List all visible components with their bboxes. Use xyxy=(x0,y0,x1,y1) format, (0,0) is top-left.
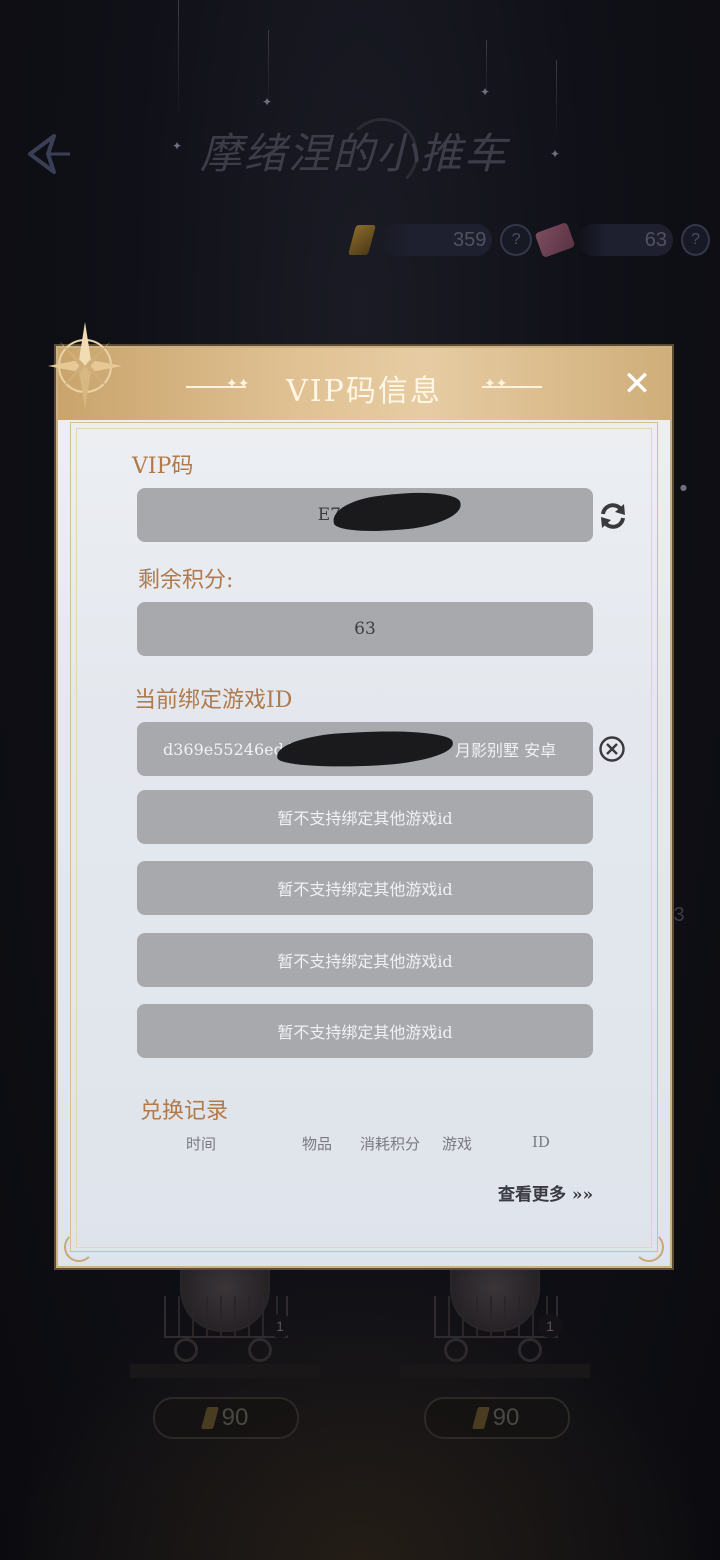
quantity-badge: 1 xyxy=(538,1314,562,1338)
price-value: 90 xyxy=(221,1404,249,1431)
cart-wheel-icon xyxy=(174,1338,198,1362)
sparkle-icon: ✦✦ xyxy=(484,376,508,392)
redaction-mark xyxy=(276,727,454,771)
star-icon: ● xyxy=(680,483,687,492)
bound-id-field: d369e55246ed4 月影别墅 安卓 xyxy=(137,722,593,776)
remaining-points-field: 63 xyxy=(137,602,593,656)
history-column-id: ID xyxy=(532,1133,550,1151)
unsupported-slot: 暂不支持绑定其他游戏id xyxy=(137,933,593,987)
buy-price-button[interactable]: 90 xyxy=(153,1397,299,1439)
unsupported-slot: 暂不支持绑定其他游戏id xyxy=(137,1004,593,1058)
page-title: 摩绪涅的小推车 xyxy=(200,129,509,178)
history-label: 兑换记录 xyxy=(140,1099,229,1124)
gold-gem-icon xyxy=(347,225,376,255)
back-arrow-icon[interactable] xyxy=(24,132,74,176)
star-icon: ✦ xyxy=(262,95,273,109)
cart-wheel-icon xyxy=(518,1338,542,1362)
help-icon[interactable]: ? xyxy=(681,224,710,256)
cart-pedestal xyxy=(400,1364,590,1378)
star-icon: ✦ xyxy=(550,147,561,161)
gold-gem-icon xyxy=(471,1407,490,1429)
header-divider xyxy=(482,386,542,388)
remaining-points-label: 剩余积分: xyxy=(138,568,234,593)
vip-code-dialog: ✦✦ VIP码信息 ✦✦ ✕ VIP码 E7L 剩余积分: 63 当前绑定游戏I… xyxy=(56,346,672,1268)
pink-ticket-icon xyxy=(534,221,576,259)
cart-pedestal xyxy=(130,1364,320,1378)
view-more-link[interactable]: 查看更多 »» xyxy=(498,1180,593,1205)
ticket-currency: 63 ? xyxy=(534,221,710,259)
compass-star-icon xyxy=(48,322,122,408)
gold-amount: 359 xyxy=(377,224,493,256)
cart-wheel-icon xyxy=(248,1338,272,1362)
gold-currency: 359 ? xyxy=(347,222,532,258)
history-column-item: 物品 xyxy=(302,1135,333,1153)
ticket-amount: 63 xyxy=(577,224,674,256)
unsupported-slot: 暂不支持绑定其他游戏id xyxy=(137,790,593,844)
star-icon: ✦ xyxy=(172,139,183,153)
price-value: 90 xyxy=(492,1404,520,1431)
dialog-header: ✦✦ VIP码信息 ✦✦ ✕ xyxy=(58,348,670,420)
redaction-mark xyxy=(331,487,463,537)
cart-wheel-icon xyxy=(444,1338,468,1362)
help-icon[interactable]: ? xyxy=(500,224,532,256)
unbind-close-icon[interactable] xyxy=(598,735,626,763)
hanging-star-line xyxy=(178,0,179,120)
vip-code-label: VIP码 xyxy=(132,454,194,479)
shop-item-cart[interactable]: 1 xyxy=(400,1268,590,1378)
dialog-title: VIP码信息 xyxy=(286,374,442,409)
unsupported-slot: 暂不支持绑定其他游戏id xyxy=(137,861,593,915)
quantity-badge: 1 xyxy=(268,1314,292,1338)
corner-ornament xyxy=(64,1232,94,1262)
shop-item-cart[interactable]: 1 xyxy=(130,1268,320,1378)
history-column-time: 时间 xyxy=(186,1135,217,1153)
corner-ornament xyxy=(634,1232,664,1262)
history-column-game: 游戏 xyxy=(442,1135,473,1153)
buy-price-button[interactable]: 90 xyxy=(424,1397,570,1439)
bound-id-suffix: 月影别墅 安卓 xyxy=(455,741,557,760)
floor-glow xyxy=(0,1260,720,1560)
star-icon: ✦ xyxy=(480,85,491,99)
hanging-star-line xyxy=(556,60,557,140)
vip-code-field: E7L xyxy=(137,487,593,542)
gold-gem-icon xyxy=(200,1407,219,1429)
refresh-icon[interactable] xyxy=(598,501,628,531)
bound-id-label: 当前绑定游戏ID xyxy=(134,688,293,713)
bound-id-prefix: d369e55246ed4 xyxy=(163,739,295,759)
history-column-points: 消耗积分 xyxy=(360,1135,421,1153)
remaining-points-value: 63 xyxy=(354,619,376,639)
close-button[interactable]: ✕ xyxy=(622,367,652,401)
